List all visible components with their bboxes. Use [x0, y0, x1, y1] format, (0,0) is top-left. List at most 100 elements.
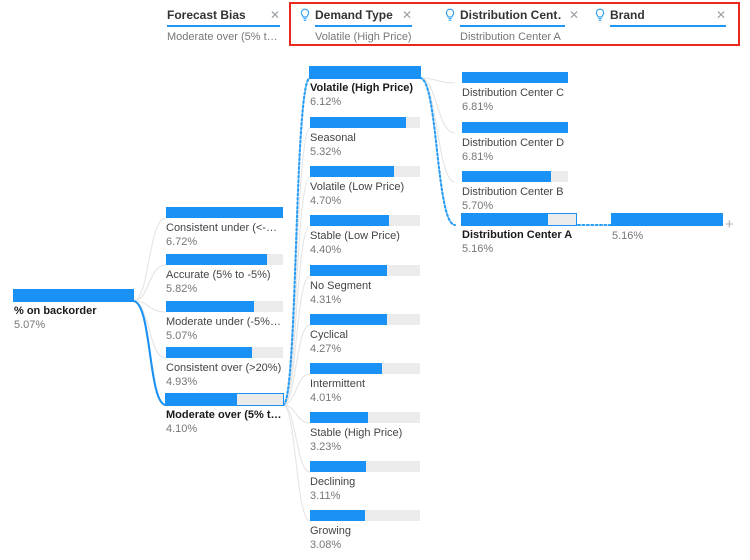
tree-node-seasonal[interactable]: Seasonal 5.32% — [310, 117, 420, 159]
node-bar — [310, 412, 420, 423]
tree-node-moderate-over[interactable]: Moderate over (5% t… 4.10% — [166, 394, 283, 436]
link-active-level2 — [281, 76, 312, 407]
node-label: Distribution Center D — [462, 137, 565, 149]
node-bar — [166, 301, 283, 312]
filter-title-row: Forecast Bias ✕ — [167, 6, 280, 23]
node-label: Moderate over (5% t… — [166, 409, 282, 421]
node-bar-fill — [462, 214, 549, 225]
node-value: 5.07% — [166, 330, 198, 342]
node-value: 6.81% — [462, 151, 494, 163]
node-bar — [462, 171, 568, 182]
node-value: 4.93% — [166, 376, 198, 388]
node-bar-fill — [310, 215, 390, 226]
tree-node-stable-low-price[interactable]: Stable (Low Price) 4.40% — [310, 215, 420, 257]
node-value: 5.82% — [166, 283, 198, 295]
node-bar-fill — [612, 214, 722, 225]
node-value: 3.08% — [310, 539, 342, 551]
close-icon[interactable]: ✕ — [262, 9, 280, 21]
node-bar — [166, 394, 283, 405]
tree-node-accurate[interactable]: Accurate (5% to -5%) 5.82% — [166, 254, 283, 296]
tree-node-volatile-high-price[interactable]: Volatile (High Price) 6.12% — [310, 67, 420, 109]
node-bar — [310, 265, 420, 276]
filter-card-forecast-bias[interactable]: Forecast Bias ✕ Moderate over (5% to … — [167, 6, 280, 43]
node-label: Stable (Low Price) — [310, 230, 400, 242]
node-bar — [310, 510, 420, 521]
node-bar — [310, 117, 420, 128]
tree-node-distribution-center-d[interactable]: Distribution Center D 6.81% — [462, 122, 568, 164]
node-bar-fill — [166, 394, 238, 405]
node-label: Volatile (Low Price) — [310, 181, 405, 193]
filter-value: Moderate over (5% to … — [167, 31, 280, 43]
node-bar-fill — [310, 461, 366, 472]
tree-node-no-segment[interactable]: No Segment 4.31% — [310, 265, 420, 307]
node-value: 4.40% — [310, 244, 342, 256]
node-bar — [612, 214, 722, 225]
node-label: Growing — [310, 525, 351, 537]
tree-node-brand-placeholder[interactable]: 5.16% — [612, 214, 722, 243]
node-value: 4.27% — [310, 343, 342, 355]
node-value: 6.81% — [462, 101, 494, 113]
node-value: 5.32% — [310, 146, 342, 158]
node-bar-fill — [310, 117, 406, 128]
node-bar — [310, 363, 420, 374]
node-bar-fill — [310, 363, 383, 374]
node-label: Consistent under (<-2… — [166, 222, 283, 234]
tree-node-distribution-center-a[interactable]: Distribution Center A 5.16% — [462, 214, 576, 256]
node-bar — [310, 215, 420, 226]
tree-node-consistent-over[interactable]: Consistent over (>20%) 4.93% — [166, 347, 283, 389]
decomposition-tree-visual: Forecast Bias ✕ Moderate over (5% to … D… — [0, 0, 750, 560]
highlight-box — [289, 2, 740, 46]
node-value: 5.07% — [14, 319, 46, 331]
node-bar-fill — [462, 171, 551, 182]
tree-node-declining[interactable]: Declining 3.11% — [310, 461, 420, 503]
node-label: Intermittent — [310, 378, 366, 390]
node-label: Declining — [310, 476, 356, 488]
tree-node-root[interactable]: % on backorder 5.07% — [14, 290, 133, 332]
tree-node-stable-high-price[interactable]: Stable (High Price) 3.23% — [310, 412, 420, 454]
node-bar — [310, 461, 420, 472]
tree-node-growing[interactable]: Growing 3.08% — [310, 510, 420, 552]
node-bar-fill — [310, 67, 420, 78]
node-label: Cyclical — [310, 329, 348, 341]
expand-node-icon[interactable]: + — [725, 217, 734, 232]
node-bar-fill — [166, 347, 252, 358]
filter-header-bar: Forecast Bias ✕ Moderate over (5% to … D… — [0, 0, 750, 52]
tree-node-distribution-center-b[interactable]: Distribution Center B 5.70% — [462, 171, 568, 213]
node-value: 4.01% — [310, 392, 342, 404]
node-value: 5.16% — [462, 243, 494, 255]
node-label: Volatile (High Price) — [310, 82, 414, 94]
tree-node-cyclical[interactable]: Cyclical 4.27% — [310, 314, 420, 356]
node-bar — [14, 290, 133, 301]
node-bar — [166, 254, 283, 265]
node-bar — [166, 207, 283, 218]
node-bar-fill — [310, 265, 388, 276]
node-label: Distribution Center A — [462, 229, 573, 241]
tree-node-volatile-low-price[interactable]: Volatile (Low Price) 4.70% — [310, 166, 420, 208]
filter-underline — [167, 25, 280, 27]
node-label: % on backorder — [14, 305, 97, 317]
node-label: Distribution Center B — [462, 186, 564, 198]
node-label: Distribution Center C — [462, 87, 565, 99]
node-bar-fill — [462, 72, 568, 83]
link-active-level1 — [132, 299, 167, 407]
node-label: Stable (High Price) — [310, 427, 403, 439]
node-bar — [310, 67, 420, 78]
tree-node-consistent-under[interactable]: Consistent under (<-2… 6.72% — [166, 207, 283, 249]
tree-node-moderate-under[interactable]: Moderate under (-5% … 5.07% — [166, 301, 283, 343]
node-value: 6.12% — [310, 96, 342, 108]
node-bar — [462, 122, 568, 133]
node-bar — [462, 72, 568, 83]
node-value: 4.10% — [166, 423, 198, 435]
tree-node-intermittent[interactable]: Intermittent 4.01% — [310, 363, 420, 405]
node-label: Accurate (5% to -5%) — [166, 269, 271, 281]
filter-title: Forecast Bias — [167, 7, 246, 22]
node-value: 4.70% — [310, 195, 342, 207]
node-value: 3.11% — [310, 490, 341, 502]
node-value: 4.31% — [310, 294, 342, 306]
node-label: Consistent over (>20%) — [166, 362, 282, 374]
node-bar-fill — [310, 314, 387, 325]
tree-node-distribution-center-c[interactable]: Distribution Center C 6.81% — [462, 72, 568, 114]
node-value: 6.72% — [166, 236, 198, 248]
node-bar — [310, 166, 420, 177]
node-bar-fill — [310, 166, 395, 177]
